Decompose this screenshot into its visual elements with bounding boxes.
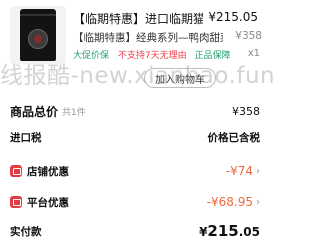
product-original-price: ¥358	[235, 30, 262, 42]
product-title[interactable]: 【临期特惠】进口临期猫粮	[73, 10, 203, 27]
platform-coupon-icon	[10, 196, 22, 208]
actual-payment-decimal: .05	[238, 225, 260, 239]
store-discount-row[interactable]: 店铺优惠 -¥74 ›	[10, 162, 260, 180]
chevron-right-icon[interactable]: ›	[256, 197, 260, 208]
product-variant[interactable]: 【临期特惠】经典系列—鸭肉甜菜	[73, 30, 223, 45]
goods-total-label: 商品总价	[10, 104, 59, 119]
store-discount-value[interactable]: -¥74	[226, 164, 253, 178]
actual-payment-label: 实付款	[10, 225, 42, 238]
bag-logo-graphic	[34, 35, 42, 43]
goods-count: 共1件	[62, 107, 86, 118]
actual-payment-value: ¥215.05	[199, 222, 260, 240]
import-tax-value: 价格已含税	[207, 131, 261, 144]
chevron-right-icon[interactable]: ›	[256, 166, 260, 177]
product-price: ¥215.05	[208, 10, 258, 24]
store-discount-label: 店铺优惠	[27, 165, 69, 178]
platform-discount-row[interactable]: 平台优惠 -¥68.95 ›	[10, 193, 260, 211]
goods-total-value: ¥358	[232, 104, 260, 118]
goods-total-row: 商品总价 共1件 ¥358	[10, 102, 260, 120]
import-tax-row: 进口税 价格已含税	[10, 128, 260, 146]
actual-payment-row: 实付款 ¥215.05	[10, 222, 260, 240]
store-coupon-icon	[10, 165, 22, 177]
watermark-text: 线报酷-new.xianbao.fun	[0, 63, 276, 89]
platform-discount-value[interactable]: -¥68.95	[207, 195, 253, 209]
platform-discount-label: 平台优惠	[27, 196, 69, 209]
import-tax-label: 进口税	[10, 131, 42, 144]
product-bag-image	[20, 9, 56, 61]
actual-payment-integer: 215	[207, 222, 239, 240]
